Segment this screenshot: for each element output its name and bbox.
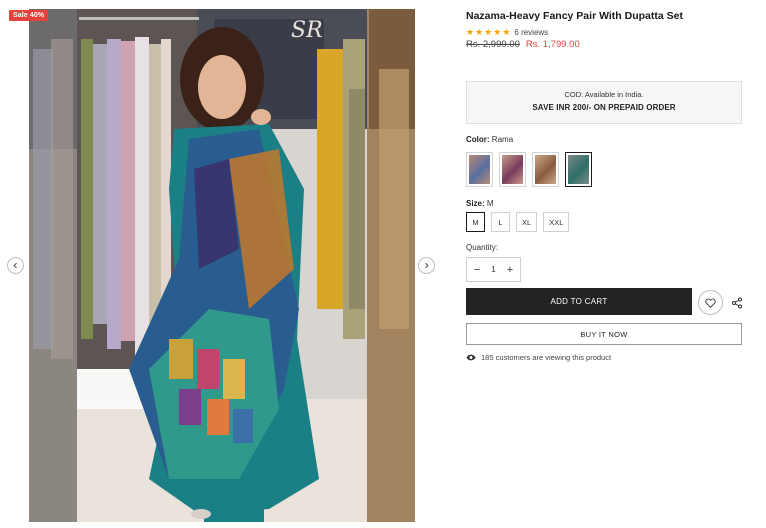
color-swatch-2[interactable]: [499, 152, 526, 187]
quantity-stepper: − 1 +: [466, 257, 521, 282]
star-icon: ★: [484, 27, 493, 37]
quantity-decrease-button[interactable]: −: [472, 264, 482, 276]
product-rating[interactable]: ★ ★ ★ ★ ★ 6 reviews: [466, 28, 548, 38]
prepaid-offer-text: SAVE INR 200/- ON PREPAID ORDER: [532, 103, 676, 112]
reviews-link[interactable]: 6 reviews: [514, 28, 548, 37]
chevron-right-icon: [425, 262, 429, 269]
promo-box: COD: Available in India. SAVE INR 200/- …: [466, 81, 742, 124]
size-option-l[interactable]: L: [491, 212, 510, 232]
sale-price: Rs. 1,799.00: [525, 39, 580, 50]
star-icon: ★: [493, 27, 502, 37]
quantity-input[interactable]: 1: [484, 265, 504, 274]
color-swatch-1[interactable]: [466, 152, 493, 187]
color-label: Color: Rama: [466, 135, 513, 144]
add-to-cart-button[interactable]: ADD TO CART: [466, 288, 692, 315]
color-swatches: [466, 152, 592, 187]
quantity-label: Quantity:: [466, 243, 499, 252]
size-options: M L XL XXL: [466, 212, 570, 232]
star-icon: ★: [502, 27, 511, 37]
sale-badge: Sale 40%: [9, 10, 49, 21]
gallery-next-button[interactable]: [418, 257, 435, 274]
size-option-xl[interactable]: XL: [516, 212, 538, 232]
color-selected-value: Rama: [491, 135, 514, 144]
eye-icon: [466, 354, 476, 361]
share-icon: [732, 297, 742, 309]
price-block: Rs. 2,999.00 Rs. 1,799.00: [466, 39, 580, 50]
share-button[interactable]: [731, 296, 743, 309]
color-swatch-rama[interactable]: [565, 152, 592, 187]
product-title: Nazama-Heavy Fancy Pair With Dupatta Set: [466, 10, 683, 22]
chevron-left-icon: [13, 262, 17, 269]
gallery-prev-button[interactable]: [7, 257, 24, 274]
size-option-m[interactable]: M: [466, 212, 485, 232]
color-swatch-3[interactable]: [532, 152, 559, 187]
cod-text: COD: Available in India.: [564, 90, 644, 99]
buy-now-button[interactable]: BUY IT NOW: [466, 323, 742, 345]
product-gallery: SR Sale 40%: [0, 0, 450, 528]
viewing-text: 185 customers are viewing this product: [481, 353, 612, 362]
size-option-xxl[interactable]: XXL: [543, 212, 570, 232]
rating-stars: ★ ★ ★ ★ ★: [466, 28, 510, 37]
size-label: Size: M: [466, 199, 494, 208]
product-main-image[interactable]: SR: [29, 9, 415, 522]
size-label-title: Size:: [466, 199, 485, 208]
star-icon: ★: [475, 27, 484, 37]
size-selected-value: M: [486, 199, 494, 208]
svg-text:SR: SR: [291, 18, 323, 43]
wishlist-button[interactable]: [698, 290, 723, 315]
heart-icon: [705, 298, 716, 308]
viewing-counter: 185 customers are viewing this product: [466, 353, 611, 362]
compare-price: Rs. 2,999.00: [466, 39, 520, 50]
quantity-increase-button[interactable]: +: [505, 264, 515, 276]
star-icon: ★: [466, 27, 475, 37]
color-label-title: Color:: [466, 135, 490, 144]
